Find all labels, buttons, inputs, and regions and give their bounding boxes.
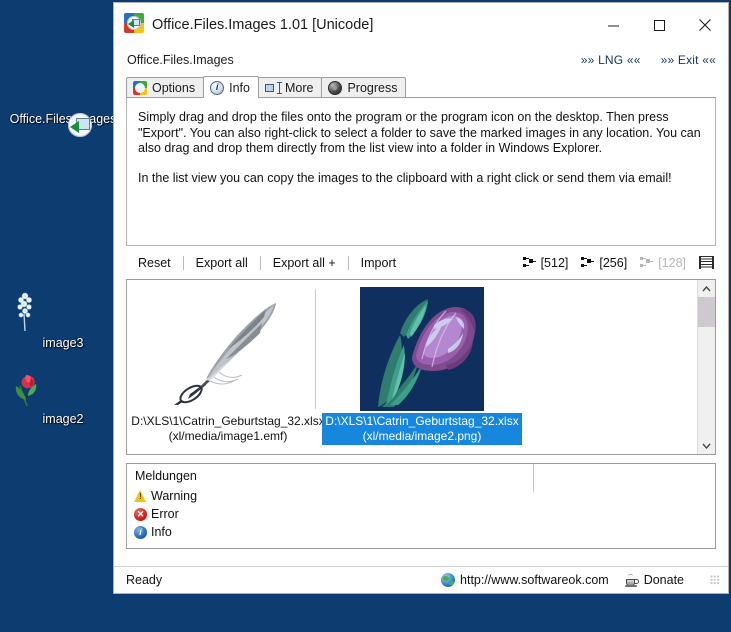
export-all-plus-button[interactable]: Export all +: [261, 254, 348, 272]
vertical-scrollbar[interactable]: [697, 280, 715, 454]
size-option-256[interactable]: [256]: [581, 256, 627, 270]
desktop-background: Office.Files.Images image3 image2 Office…: [0, 0, 731, 632]
messages-column-divider: [533, 464, 534, 492]
size-option-512[interactable]: [512]: [522, 255, 569, 270]
caption-line-2: (xl/media/image1.emf): [168, 428, 288, 443]
size-label: [256]: [599, 255, 628, 270]
lng-link[interactable]: »» LNG ««: [581, 53, 641, 67]
window-title: Office.Files.Images 1.01 [Unicode]: [152, 17, 374, 33]
resize-grip[interactable]: [710, 575, 720, 585]
message-row[interactable]: ✕ Error: [134, 505, 715, 523]
tab-label: Progress: [347, 80, 398, 95]
thumbnail: [164, 285, 292, 413]
white-flower-icon: [8, 292, 118, 332]
info-icon: i: [210, 80, 225, 95]
scroll-up-arrow-icon[interactable]: [698, 280, 715, 297]
progress-icon: [328, 80, 343, 95]
desktop-icon-label: image3: [42, 336, 84, 350]
close-button[interactable]: [682, 3, 728, 47]
window-controls: [590, 3, 728, 47]
size-options: [512] [256] [128]: [522, 255, 716, 270]
info-paragraph-1: Simply drag and drop the files onto the …: [138, 110, 701, 155]
coffee-cup-icon: [624, 573, 639, 587]
message-label: Info: [151, 525, 172, 539]
desktop-icon-label: image2: [42, 412, 84, 426]
exit-link[interactable]: »» Exit ««: [661, 53, 716, 67]
scrollbar-thumb[interactable]: [698, 297, 715, 327]
tab-options[interactable]: Options: [126, 77, 205, 97]
thumbnail: [358, 285, 486, 413]
tab-strip: Options i Info More Progress: [126, 76, 716, 98]
caption-line-2: (xl/media/image2.png): [362, 428, 482, 443]
desktop-icon-office-files-images[interactable]: Office.Files.Images: [8, 108, 118, 137]
info-text-pane: Simply drag and drop the files onto the …: [126, 98, 716, 246]
info-circle-icon: i: [134, 525, 147, 539]
item-divider: [315, 289, 316, 409]
scale-icon: [640, 257, 654, 268]
size-option-128: [128]: [640, 256, 686, 270]
status-bar: Ready http://www.softwareok.com Donate: [114, 566, 728, 593]
app-name-label: Office.Files.Images: [127, 53, 234, 67]
size-label: [128]: [658, 255, 686, 270]
message-label: Warning: [151, 489, 198, 503]
globe-icon: [441, 573, 456, 587]
title-bar: Office.Files.Images 1.01 [Unicode]: [114, 3, 728, 47]
tulip-icon: [8, 370, 118, 408]
list-grid-icon[interactable]: [699, 256, 714, 269]
reset-button[interactable]: Reset: [126, 254, 183, 272]
list-item[interactable]: D:\XLS\1\Catrin_Geburtstag_32.xlsx (xl/m…: [131, 283, 325, 445]
caption-line-1: D:\XLS\1\Catrin_Geburtstag_32.xlsx: [131, 414, 325, 428]
scale-icon: [581, 257, 595, 268]
more-icon: [264, 81, 282, 94]
desktop-icon-label: Office.Files.Images: [9, 112, 117, 126]
feather-quill-image: [174, 303, 276, 405]
tab-label: Options: [152, 80, 196, 95]
caption-line-1: D:\XLS\1\Catrin_Geburtstag_32.xlsx: [325, 414, 519, 428]
desktop-icon-image2[interactable]: image2: [8, 370, 118, 426]
donate-link[interactable]: Donate: [624, 573, 684, 587]
donate-label: Donate: [643, 573, 684, 587]
application-window: Office.Files.Images 1.01 [Unicode] Offic…: [113, 2, 729, 594]
status-bar-links: http://www.softwareok.com Donate: [441, 573, 720, 587]
export-all-button[interactable]: Export all: [184, 254, 260, 272]
minimize-button[interactable]: [590, 3, 636, 47]
status-text: Ready: [126, 573, 163, 587]
action-toolbar: Reset Export all Export all + Import [51…: [126, 246, 716, 279]
messages-header: Meldungen: [135, 469, 197, 483]
list-item-caption: D:\XLS\1\Catrin_Geburtstag_32.xlsx (xl/m…: [322, 413, 522, 445]
app-quad-icon: [124, 12, 144, 38]
website-link[interactable]: http://www.softwareok.com: [441, 573, 609, 587]
message-label: Error: [151, 507, 179, 521]
scroll-down-arrow-icon[interactable]: [698, 437, 715, 454]
image-list-view: D:\XLS\1\Catrin_Geburtstag_32.xlsx (xl/m…: [126, 279, 716, 455]
list-item[interactable]: D:\XLS\1\Catrin_Geburtstag_32.xlsx (xl/m…: [322, 283, 522, 445]
website-label: http://www.softwareok.com: [460, 573, 609, 587]
info-paragraph-2: In the list view you can copy the images…: [138, 170, 672, 185]
list-items-container: D:\XLS\1\Catrin_Geburtstag_32.xlsx (xl/m…: [127, 280, 697, 454]
maximize-button[interactable]: [636, 3, 682, 47]
tab-progress[interactable]: Progress: [321, 77, 407, 97]
tab-more[interactable]: More: [257, 77, 323, 97]
desktop-icon-image3[interactable]: image3: [8, 292, 118, 350]
sub-header-bar: Office.Files.Images »» LNG «« »» Exit ««: [114, 47, 728, 73]
list-item-caption: D:\XLS\1\Catrin_Geburtstag_32.xlsx (xl/m…: [128, 413, 327, 445]
scrollbar-track[interactable]: [698, 297, 715, 437]
scale-icon: [522, 257, 536, 268]
header-links: »» LNG «« »» Exit ««: [581, 53, 716, 67]
tab-info[interactable]: i Info: [203, 76, 259, 98]
tab-label: More: [284, 80, 314, 95]
tab-label: Info: [229, 80, 250, 95]
options-icon: [133, 80, 147, 95]
warning-icon: [134, 490, 147, 502]
messages-panel: Meldungen Warning ✕ Error i Info: [126, 463, 716, 549]
message-row[interactable]: Warning: [134, 487, 715, 505]
error-icon: ✕: [134, 507, 147, 521]
import-button[interactable]: Import: [349, 254, 408, 272]
size-label: [512]: [540, 255, 569, 270]
tulip-image: [360, 287, 484, 411]
message-row[interactable]: i Info: [134, 523, 715, 541]
